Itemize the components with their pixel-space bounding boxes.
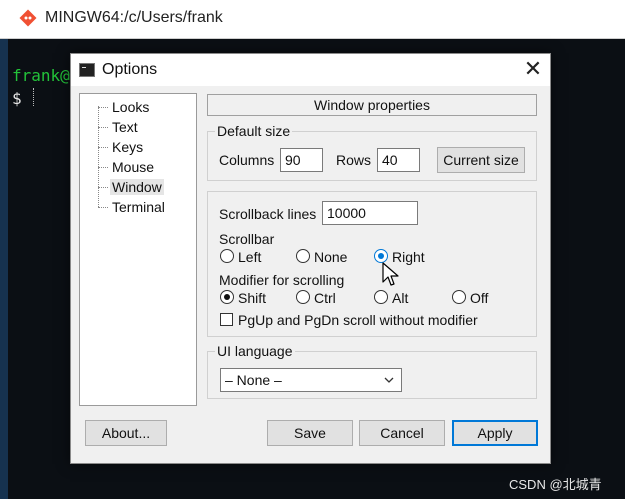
cancel-button[interactable]: Cancel xyxy=(359,420,445,446)
section-title: Window properties xyxy=(207,94,537,116)
scrollbar-label: Scrollbar xyxy=(219,231,275,247)
tree-item-window[interactable]: Window xyxy=(98,178,164,196)
chevron-down-icon xyxy=(384,377,394,383)
scrollbar-none-radio[interactable]: None xyxy=(296,248,347,266)
watermark: CSDN @北城青 xyxy=(509,477,602,492)
tree-item-text[interactable]: Text xyxy=(98,118,140,136)
terminal-prompt-user: frank@ xyxy=(12,66,70,85)
scrollbar-left-radio[interactable]: Left xyxy=(220,248,261,266)
tree-item-looks[interactable]: Looks xyxy=(98,98,151,116)
terminal-cursor xyxy=(33,88,34,106)
tree-item-terminal[interactable]: Terminal xyxy=(98,198,167,216)
rows-input[interactable]: 40 xyxy=(377,148,420,172)
radio-selected-icon xyxy=(374,249,388,263)
scrollback-lines-input[interactable]: 10000 xyxy=(322,201,418,225)
scrollback-lines-label: Scrollback lines xyxy=(219,206,317,222)
ui-language-select[interactable]: – None – xyxy=(220,368,402,392)
default-size-legend: Default size xyxy=(215,123,293,139)
modifier-shift-radio[interactable]: Shift xyxy=(220,289,266,307)
terminal-title: MINGW64:/c/Users/frank xyxy=(45,9,223,26)
desktop-edge xyxy=(0,39,8,499)
modifier-alt-radio[interactable]: Alt xyxy=(374,289,408,307)
current-size-button[interactable]: Current size xyxy=(437,147,525,173)
save-button[interactable]: Save xyxy=(267,420,353,446)
mouse-pointer-icon xyxy=(382,262,399,286)
radio-circle-icon xyxy=(296,249,310,263)
columns-label: Columns xyxy=(219,152,275,168)
tree-item-mouse[interactable]: Mouse xyxy=(98,158,156,176)
modifier-label: Modifier for scrolling xyxy=(219,272,345,288)
terminal-app-icon xyxy=(79,63,95,77)
apply-button[interactable]: Apply xyxy=(452,420,538,446)
terminal-titlebar: MINGW64:/c/Users/frank xyxy=(0,0,625,39)
terminal-prompt-symbol: $ xyxy=(12,89,22,108)
ui-language-legend: UI language xyxy=(215,343,295,359)
checkbox-box-icon xyxy=(220,313,233,326)
radio-circle-icon xyxy=(452,290,466,304)
about-button[interactable]: About... xyxy=(85,420,167,446)
tree-item-keys[interactable]: Keys xyxy=(98,138,145,156)
modifier-off-radio[interactable]: Off xyxy=(452,289,488,307)
rows-label: Rows xyxy=(336,152,372,168)
options-dialog: Options ✕ Looks Text Keys Mouse Window T… xyxy=(70,53,551,464)
radio-circle-icon xyxy=(220,249,234,263)
options-category-tree: Looks Text Keys Mouse Window Terminal xyxy=(79,93,197,406)
radio-selected-icon xyxy=(220,290,234,304)
pgup-pgdn-checkbox[interactable]: PgUp and PgDn scroll without modifier xyxy=(220,311,478,329)
radio-circle-icon xyxy=(374,290,388,304)
radio-circle-icon xyxy=(296,290,310,304)
git-bash-icon xyxy=(19,9,37,27)
modifier-ctrl-radio[interactable]: Ctrl xyxy=(296,289,336,307)
dialog-titlebar[interactable]: Options ✕ xyxy=(71,54,550,86)
close-icon[interactable]: ✕ xyxy=(521,58,545,82)
columns-input[interactable]: 90 xyxy=(280,148,323,172)
dialog-title: Options xyxy=(102,61,158,78)
